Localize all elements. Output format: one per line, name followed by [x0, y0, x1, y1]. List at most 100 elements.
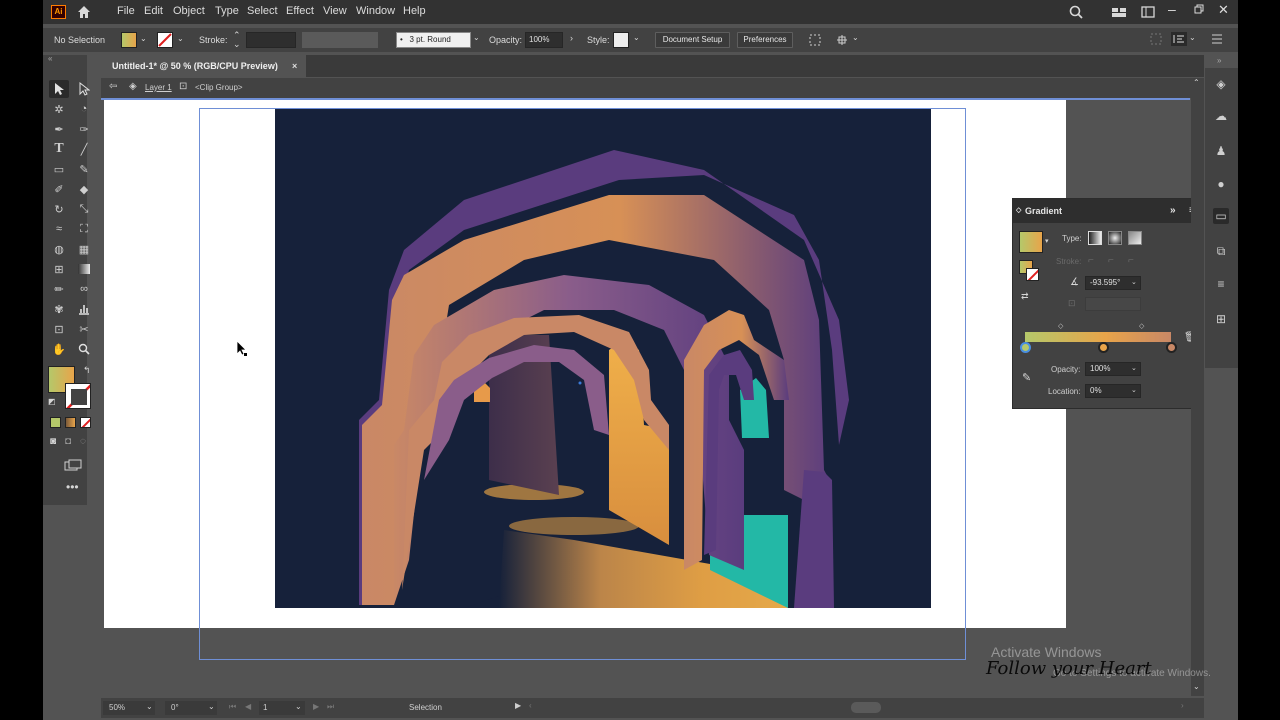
location-dropdown-icon[interactable]: ⌄ [1131, 386, 1137, 394]
scroll-down-icon[interactable]: ⌄ [1193, 682, 1200, 691]
align-panel-icon[interactable]: ≡ [1213, 276, 1229, 292]
pen-tool-icon[interactable]: ✒ [49, 120, 69, 138]
artboard-number-select[interactable]: 1 ⌄ [259, 701, 305, 715]
zoom-dropdown-icon[interactable]: ⌄ [146, 702, 153, 711]
eyedropper-tool-icon[interactable]: ✏ [49, 280, 69, 298]
workspace-switcher-icon[interactable] [1141, 6, 1155, 18]
opacity-input[interactable]: 100% [525, 32, 563, 48]
breadcrumb-group[interactable]: <Clip Group> [195, 83, 243, 92]
expand-panels-icon[interactable]: » [1217, 56, 1221, 65]
transform-dropdown-icon[interactable]: ⌄ [852, 33, 859, 42]
stroke-gradient-option-3-icon[interactable]: ⌐ [1128, 255, 1134, 266]
hand-tool-icon[interactable]: ✋ [49, 340, 69, 358]
scroll-left-icon[interactable]: ‹ [529, 701, 532, 710]
edit-toolbar-icon[interactable]: ••• [66, 480, 79, 494]
draw-behind-icon[interactable]: ◘ [65, 436, 71, 447]
rotation-dropdown-icon[interactable]: ⌄ [208, 702, 215, 711]
panel-menu-icon[interactable] [1171, 32, 1187, 46]
brush-definition-select[interactable]: • 3 pt. Round [396, 32, 471, 48]
stroke-gradient-option-2-icon[interactable]: ⌐ [1108, 255, 1114, 266]
panel-expand-icon[interactable]: » [1170, 199, 1176, 223]
pathfinder-icon[interactable]: ⧉ [1213, 243, 1229, 259]
linear-gradient-button[interactable] [1088, 231, 1102, 245]
gradient-stop-end[interactable] [1166, 342, 1177, 353]
back-arrow-icon[interactable]: ⇦ [109, 81, 117, 92]
color-mode-button[interactable] [50, 417, 61, 428]
screen-mode-icon[interactable] [64, 459, 82, 471]
reverse-gradient-icon[interactable]: ⇄ [1021, 291, 1029, 302]
variable-width-profile[interactable] [302, 32, 378, 48]
shaper-tool-icon[interactable]: ✐ [49, 180, 69, 198]
rectangle-tool-icon[interactable]: ▭ [49, 160, 69, 178]
opacity-dropdown-icon[interactable]: ⌄ [1131, 364, 1137, 372]
mesh-tool-icon[interactable]: ⊞ [49, 260, 69, 278]
default-colors-icon[interactable]: ◩ [48, 397, 56, 406]
perspective-grid-tool-icon[interactable]: ▦ [74, 240, 94, 258]
artboard-tool-icon[interactable]: ⊡ [49, 320, 69, 338]
stroke-swatch[interactable] [157, 32, 173, 48]
hamburger-icon[interactable] [1211, 34, 1223, 44]
direct-selection-tool-icon[interactable] [74, 80, 94, 98]
gradient-slider[interactable] [1025, 332, 1171, 342]
minimize-icon[interactable]: – [1168, 1, 1176, 17]
layers-icon[interactable]: ◈ [1213, 76, 1229, 92]
menu-select[interactable]: Select [247, 5, 278, 17]
close-tab-icon[interactable]: × [292, 55, 297, 77]
zoom-select[interactable]: 50% ⌄ [103, 701, 155, 715]
aspect-ratio-input[interactable] [1085, 297, 1141, 311]
gradient-tool-icon[interactable] [74, 260, 94, 278]
search-icon[interactable] [1069, 5, 1083, 19]
previous-artboard-icon[interactable]: ◀ [245, 702, 251, 711]
gradient-stop-mid[interactable] [1098, 342, 1109, 353]
close-window-icon[interactable]: ✕ [1218, 2, 1229, 18]
graphic-style-swatch[interactable] [613, 32, 629, 48]
gradient-preview[interactable] [1019, 231, 1043, 253]
home-icon[interactable] [76, 5, 92, 19]
blend-tool-icon[interactable]: ∞ [74, 280, 94, 298]
align-icon[interactable] [1150, 33, 1162, 45]
menu-edit[interactable]: Edit [144, 5, 163, 17]
menu-file[interactable]: File [117, 5, 135, 17]
collapse-toolbar-icon[interactable]: « [48, 54, 52, 63]
document-setup-button[interactable]: Document Setup [655, 32, 730, 48]
first-artboard-icon[interactable]: ⏮ [229, 702, 236, 712]
selection-tool-icon[interactable] [49, 80, 69, 98]
fill-swatch[interactable] [121, 32, 137, 48]
lasso-tool-icon[interactable]: ◔ [74, 100, 94, 118]
eyedropper-icon[interactable]: ✎ [1022, 371, 1031, 384]
stroke-gradient-option-1-icon[interactable]: ⌐ [1088, 255, 1094, 266]
gradient-stop-start[interactable] [1020, 342, 1031, 353]
brush-dropdown-icon[interactable]: ⌄ [473, 33, 480, 42]
gradient-panel-icon[interactable]: ▭ [1213, 208, 1229, 224]
status-menu-arrow-icon[interactable]: ▶ [515, 701, 521, 710]
stroke-color-box[interactable] [65, 383, 91, 409]
free-transform-tool-icon[interactable]: ⛶ [74, 220, 94, 238]
gradient-preview-dropdown-icon[interactable]: ▾ [1045, 237, 1049, 245]
radial-gradient-button[interactable] [1108, 231, 1122, 245]
horizontal-scroll-thumb[interactable] [851, 702, 881, 713]
width-tool-icon[interactable]: ≈ [49, 220, 69, 238]
style-dropdown-icon[interactable]: ⌄ [633, 33, 640, 42]
next-artboard-icon[interactable]: ▶ [313, 702, 319, 711]
slice-tool-icon[interactable]: ✂ [74, 320, 94, 338]
draw-inside-icon[interactable]: ◌ [80, 436, 86, 447]
none-mode-button[interactable] [80, 417, 91, 428]
symbol-sprayer-tool-icon[interactable]: ✾ [49, 300, 69, 318]
panel-collapse-icon[interactable]: ◇ [1016, 199, 1021, 223]
midpoint-diamond-icon[interactable]: ◇ [1139, 322, 1144, 330]
stroke-weight-input[interactable] [246, 32, 296, 48]
menu-object[interactable]: Object [173, 5, 205, 17]
appearance-icon[interactable]: ● [1213, 176, 1229, 192]
graph-tool-icon[interactable] [74, 300, 94, 318]
midpoint-diamond-icon[interactable]: ◇ [1058, 322, 1063, 330]
document-tab[interactable]: Untitled-1* @ 50 % (RGB/CPU Preview) × [101, 55, 306, 77]
gradient-mode-button[interactable] [65, 417, 76, 428]
transform-panel-icon[interactable]: ⊞ [1213, 311, 1229, 327]
type-tool-icon[interactable]: T [49, 140, 69, 158]
stroke-weight-stepper[interactable]: ⌃ ⌄ [233, 31, 241, 49]
restore-icon[interactable] [1194, 4, 1204, 14]
menu-help[interactable]: Help [403, 5, 426, 17]
opacity-arrow-icon[interactable]: › [570, 33, 573, 43]
angle-dropdown-icon[interactable]: ⌄ [1131, 278, 1137, 286]
menu-view[interactable]: View [323, 5, 347, 17]
